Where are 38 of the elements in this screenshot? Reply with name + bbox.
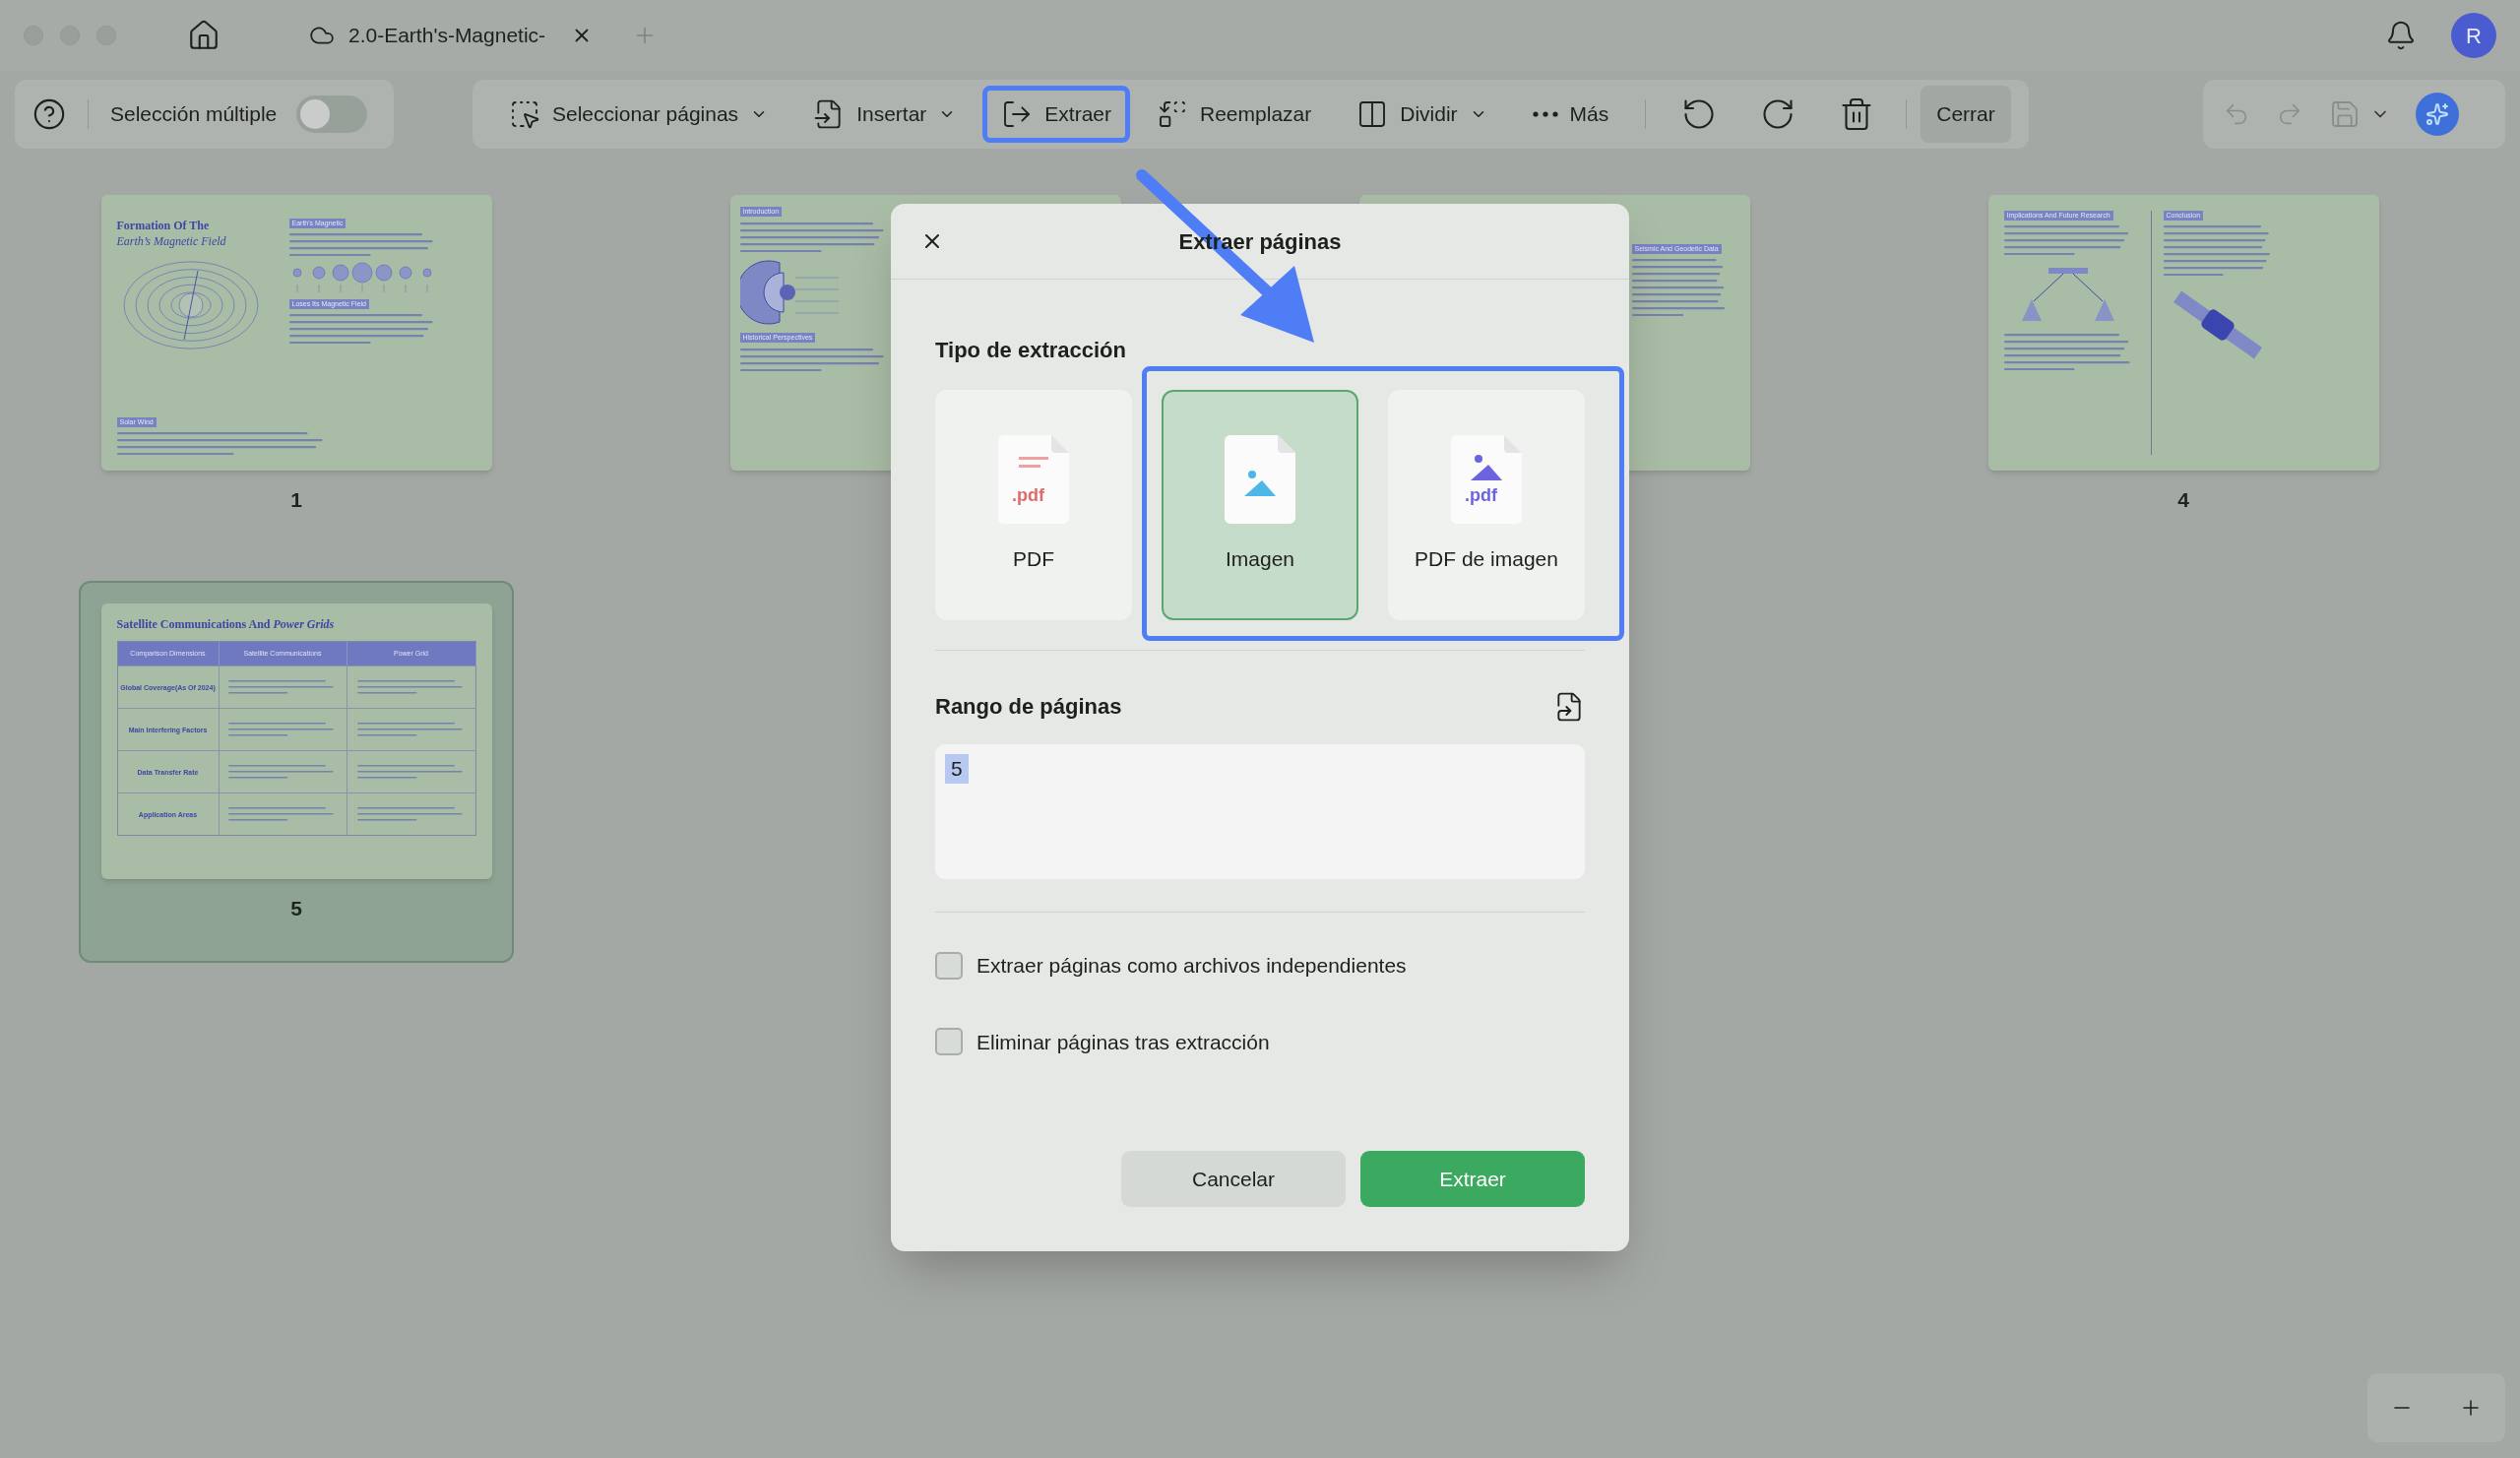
- extraction-option[interactable]: .pdf PDF de imagen: [1388, 390, 1585, 620]
- extraction-option[interactable]: Imagen: [1162, 390, 1358, 620]
- page-title: Formation Of The: [116, 219, 211, 233]
- file-extension: .pdf: [1465, 484, 1497, 508]
- document-icon: [998, 435, 1069, 525]
- page-number: 5: [290, 896, 302, 921]
- image-file-icon: [1225, 435, 1295, 525]
- help-icon[interactable]: [32, 97, 66, 131]
- toolbar-button[interactable]: Insertar: [794, 86, 976, 143]
- toolbar-button[interactable]: Más: [1513, 86, 1628, 143]
- page-number: 4: [2177, 487, 2189, 513]
- home-icon[interactable]: [187, 19, 220, 52]
- page-number: 1: [290, 487, 302, 513]
- bell-icon[interactable]: [2385, 20, 2417, 51]
- file-extension: .pdf: [1012, 484, 1044, 508]
- section-label: Rango de páginas: [935, 693, 1122, 721]
- section-label: Tipo de extracción: [935, 337, 1127, 364]
- toolbar-button[interactable]: Reemplazar: [1138, 86, 1331, 143]
- more-icon: [1532, 111, 1558, 117]
- toolbar-button[interactable]: Extraer: [982, 86, 1130, 143]
- assistant-icon[interactable]: [2416, 93, 2459, 136]
- page-range-field[interactable]: 5: [935, 744, 1585, 879]
- toolbar-icon: [1157, 98, 1188, 130]
- close-button[interactable]: Cerrar: [1921, 86, 2011, 143]
- checkbox-option[interactable]: Extraer páginas como archivos independientes: [935, 950, 1585, 982]
- image-file-icon: [1451, 435, 1522, 525]
- checkbox-option[interactable]: Eliminar páginas tras extracción: [935, 1026, 1585, 1057]
- page-subtitle: Earth’s Magnetic Field: [116, 233, 227, 249]
- toolbar-icon: [509, 98, 540, 130]
- cancel-button[interactable]: Cancelar: [1121, 1151, 1346, 1207]
- toolbar-button[interactable]: Dividir: [1338, 86, 1506, 143]
- user-avatar[interactable]: R: [2451, 13, 2496, 58]
- document-tab[interactable]: 2.0-Earth's-Magnetic-: [299, 10, 603, 61]
- page-title: Satellite Communications And Power Grids: [116, 616, 336, 633]
- multi-select-label: Selección múltiple: [110, 101, 278, 128]
- toolbar-button[interactable]: Seleccionar páginas: [490, 86, 788, 143]
- multi-select-toggle[interactable]: [296, 95, 368, 133]
- extraction-option[interactable]: .pdf PDF: [935, 390, 1132, 620]
